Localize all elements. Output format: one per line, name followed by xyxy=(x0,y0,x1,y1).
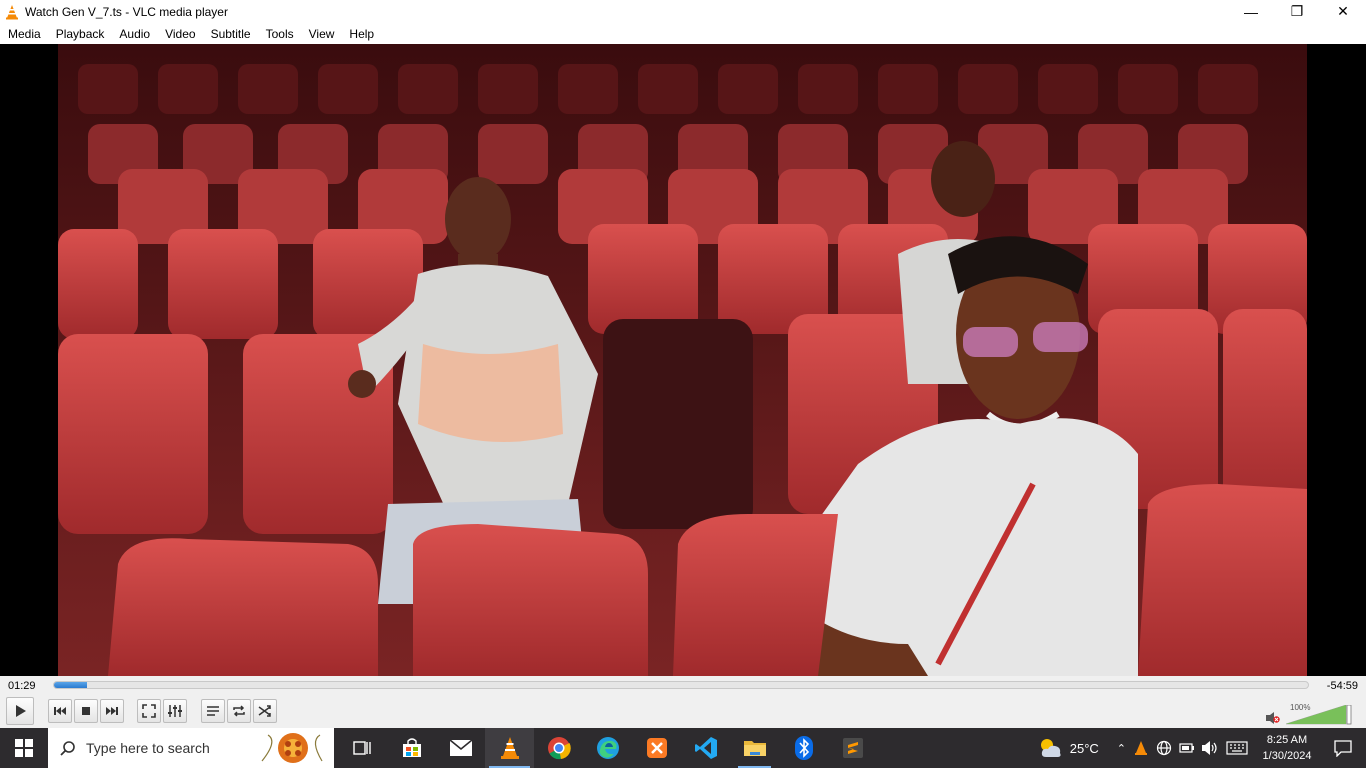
video-frame xyxy=(58,44,1307,676)
bluetooth-icon xyxy=(794,736,813,760)
search-placeholder: Type here to search xyxy=(86,740,210,756)
menu-playback[interactable]: Playback xyxy=(49,27,113,41)
speaker-icon[interactable] xyxy=(1201,740,1219,756)
store-icon xyxy=(402,738,421,757)
task-view-button[interactable] xyxy=(338,728,387,768)
extended-settings-button[interactable] xyxy=(163,699,187,723)
chevron-up-icon[interactable]: ⌃ xyxy=(1117,742,1126,755)
stop-button[interactable] xyxy=(74,699,98,723)
elapsed-time: 01:29 xyxy=(8,680,36,692)
minimize-button[interactable]: — xyxy=(1228,0,1274,23)
taskbar-file-explorer[interactable] xyxy=(730,728,779,768)
globe-icon[interactable] xyxy=(1156,740,1172,756)
menu-video[interactable]: Video xyxy=(158,27,203,41)
loop-button[interactable] xyxy=(227,699,251,723)
weather-temperature[interactable]: 25°C xyxy=(1070,741,1099,756)
video-area[interactable] xyxy=(0,44,1366,676)
restore-icon: ❐ xyxy=(1290,3,1304,19)
taskbar-bluetooth[interactable] xyxy=(779,728,828,768)
play-button[interactable] xyxy=(6,697,34,725)
battery-icon[interactable] xyxy=(1179,742,1195,754)
taskbar-vscode[interactable] xyxy=(681,728,730,768)
seek-progress xyxy=(54,682,87,688)
start-button[interactable] xyxy=(0,728,48,768)
mail-icon xyxy=(448,739,473,756)
control-bar: 100% xyxy=(0,696,1366,728)
stop-icon xyxy=(82,707,90,715)
taskbar-edge[interactable] xyxy=(583,728,632,768)
weather-icon[interactable] xyxy=(1038,737,1064,759)
taskbar-chrome[interactable] xyxy=(534,728,583,768)
minimize-icon: — xyxy=(1244,3,1258,20)
notification-icon xyxy=(1334,740,1352,757)
vlc-tray-icon[interactable] xyxy=(1134,740,1148,756)
taskbar-search[interactable]: Type here to search xyxy=(48,728,334,768)
fullscreen-icon xyxy=(142,704,156,718)
next-button[interactable] xyxy=(100,699,124,723)
play-icon xyxy=(16,705,26,717)
clock-time: 8:25 AM xyxy=(1266,734,1308,746)
menu-subtitle[interactable]: Subtitle xyxy=(204,27,259,41)
folder-icon xyxy=(743,741,766,756)
shuffle-icon xyxy=(258,705,271,717)
taskbar-xampp[interactable] xyxy=(632,728,681,768)
seek-bar[interactable] xyxy=(53,681,1309,689)
clock-date: 1/30/2024 xyxy=(1262,750,1312,762)
playlist-icon xyxy=(207,706,219,716)
search-highlight-icon xyxy=(261,733,323,763)
taskbar-mail[interactable] xyxy=(436,728,485,768)
notifications-button[interactable] xyxy=(1320,728,1366,768)
task-view-icon xyxy=(352,741,371,755)
loop-icon xyxy=(233,705,245,717)
next-icon xyxy=(106,707,118,715)
fullscreen-button[interactable] xyxy=(137,699,161,723)
system-tray: 25°C ⌃ 8:25 AM 1/30/2024 xyxy=(1038,728,1366,768)
menu-bar: Media Playback Audio Video Subtitle Tool… xyxy=(0,23,1366,44)
seek-row: 01:29 -54:59 xyxy=(0,676,1366,696)
menu-help[interactable]: Help xyxy=(342,27,382,41)
shuffle-button[interactable] xyxy=(253,699,277,723)
xampp-icon xyxy=(646,738,667,758)
vlc-icon xyxy=(500,737,519,759)
menu-tools[interactable]: Tools xyxy=(259,27,302,41)
equalizer-icon xyxy=(168,705,182,717)
playlist-button[interactable] xyxy=(201,699,225,723)
chrome-icon xyxy=(547,737,571,760)
menu-media[interactable]: Media xyxy=(1,27,49,41)
search-icon xyxy=(60,741,75,756)
title-bar: Watch Gen V_7.ts - VLC media player — ❐ … xyxy=(0,0,1366,23)
vscode-icon xyxy=(694,737,717,759)
close-icon: ✕ xyxy=(1337,3,1349,19)
window-title: Watch Gen V_7.ts - VLC media player xyxy=(25,4,228,19)
windows-logo-icon xyxy=(15,739,33,757)
remaining-time[interactable]: -54:59 xyxy=(1327,680,1358,692)
edge-icon xyxy=(596,737,619,759)
keyboard-icon[interactable] xyxy=(1226,741,1248,755)
restore-button[interactable]: ❐ xyxy=(1274,0,1320,23)
taskbar-microsoft-store[interactable] xyxy=(387,728,436,768)
menu-audio[interactable]: Audio xyxy=(112,27,158,41)
taskbar-sublime[interactable] xyxy=(828,728,877,768)
previous-button[interactable] xyxy=(48,699,72,723)
close-button[interactable]: ✕ xyxy=(1320,0,1366,23)
taskbar-vlc[interactable] xyxy=(485,728,534,768)
volume-slider[interactable] xyxy=(1286,705,1361,725)
sublime-icon xyxy=(842,738,863,758)
vlc-cone-icon xyxy=(6,4,18,19)
menu-view[interactable]: View xyxy=(302,27,343,41)
mute-icon[interactable] xyxy=(1266,712,1280,724)
clock[interactable]: 8:25 AM 1/30/2024 xyxy=(1254,732,1320,764)
previous-icon xyxy=(54,707,66,715)
